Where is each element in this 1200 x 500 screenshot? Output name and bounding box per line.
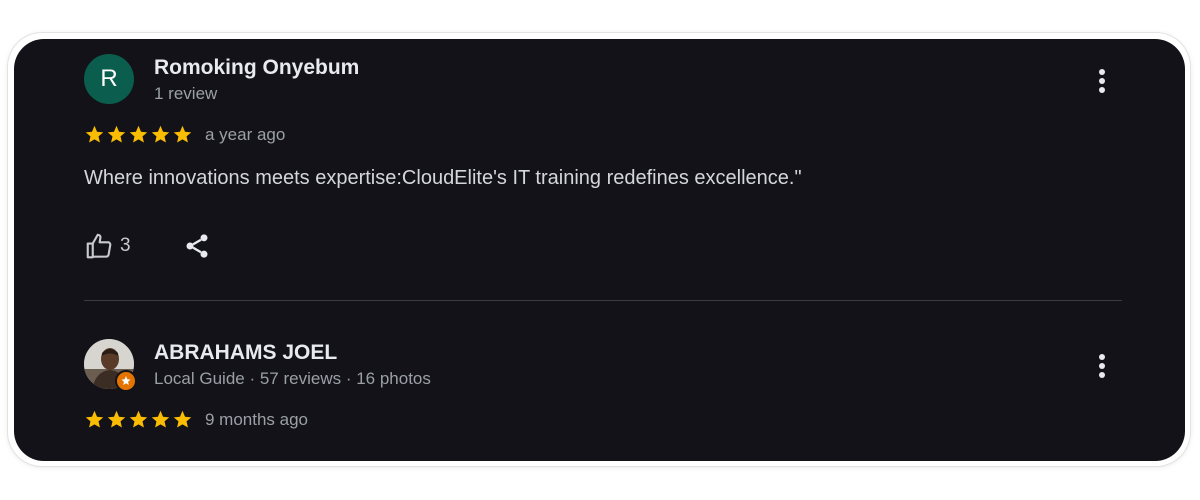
share-icon bbox=[186, 234, 208, 258]
author-name[interactable]: ABRAHAMS JOEL bbox=[154, 341, 337, 365]
star-icon bbox=[107, 125, 126, 143]
thumb-up-icon bbox=[86, 233, 112, 259]
share-button[interactable] bbox=[183, 232, 211, 260]
more-vert-icon bbox=[1099, 354, 1105, 378]
more-options-button[interactable] bbox=[1090, 66, 1114, 96]
star-rating bbox=[84, 409, 193, 430]
star-icon bbox=[85, 410, 104, 428]
review-divider bbox=[84, 300, 1122, 301]
author-name[interactable]: Romoking Onyebum bbox=[154, 56, 359, 80]
like-button[interactable]: 3 bbox=[84, 231, 131, 261]
rating-row: 9 months ago bbox=[84, 409, 308, 430]
star-icon bbox=[129, 410, 148, 428]
review-time: 9 months ago bbox=[205, 409, 309, 429]
avatar-letter: R bbox=[100, 65, 118, 92]
avatar[interactable]: R bbox=[84, 54, 134, 104]
local-guide-badge-icon bbox=[115, 370, 137, 392]
review-text: Where innovations meets expertise:CloudE… bbox=[84, 167, 802, 189]
star-icon bbox=[107, 410, 126, 428]
more-vert-icon bbox=[1099, 69, 1105, 93]
star-icon bbox=[85, 125, 104, 143]
star-icon bbox=[151, 410, 170, 428]
author-review-count: 1 review bbox=[154, 84, 218, 103]
star-icon bbox=[173, 410, 192, 428]
rating-row: a year ago bbox=[84, 124, 285, 145]
avatar[interactable] bbox=[84, 339, 137, 392]
review-actions: 3 bbox=[84, 231, 211, 261]
star-icon bbox=[151, 125, 170, 143]
like-count: 3 bbox=[120, 235, 131, 256]
review-time: a year ago bbox=[205, 124, 286, 144]
star-icon bbox=[129, 125, 148, 143]
star-rating bbox=[84, 124, 193, 145]
more-options-button[interactable] bbox=[1090, 351, 1114, 381]
author-meta: Local Guide · 57 reviews · 16 photos bbox=[154, 369, 431, 388]
star-icon bbox=[173, 125, 192, 143]
reviews-panel: R Romoking Onyebum 1 review a year ago W… bbox=[14, 39, 1185, 461]
